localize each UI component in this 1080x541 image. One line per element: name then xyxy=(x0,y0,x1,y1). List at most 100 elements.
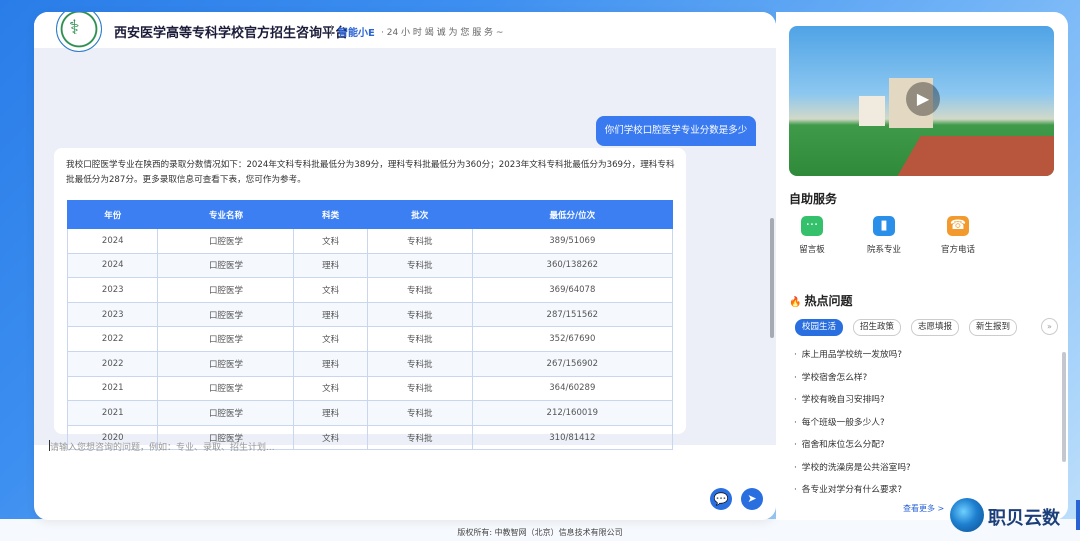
column-header-min-score: 最低分/位次 xyxy=(471,200,674,229)
service-label: 留言板 xyxy=(799,245,825,255)
table-cell: 267/156902 xyxy=(471,350,674,377)
table-cell: 2023 xyxy=(66,277,159,303)
table-cell: 310/81412 xyxy=(471,424,674,451)
bot-reply-card: 我校口腔医学专业在陕西的录取分数情况如下：2024年文科专科批最低分为389分，… xyxy=(54,148,686,451)
table-cell: 2024 xyxy=(66,252,159,279)
table-row: 2021 口腔医学 理科 专科批 212/160019 xyxy=(66,400,674,426)
right-sidebar: ▶ 自助服务 ··· 留言板 ▮ 院系专业 ☎ 官方电话 🔥 热点问题 校园生活 … xyxy=(776,12,1068,520)
tab-campus-life[interactable]: 校园生活 xyxy=(795,319,844,336)
table-cell: 212/160019 xyxy=(471,400,674,426)
table-cell: 理科 xyxy=(293,400,368,426)
table-cell: 专科批 xyxy=(366,228,473,254)
hot-question[interactable]: 学校有晚自习安排吗? xyxy=(794,392,885,405)
hot-question[interactable]: 学校宿舍怎么样? xyxy=(794,370,867,383)
hot-question[interactable]: 各专业对学分有什么要求? xyxy=(794,482,902,495)
copyright-footer: 版权所有: 中教智网（北京）信息技术有限公司 xyxy=(457,528,623,537)
user-message: 你们学校口腔医学专业分数是多少 xyxy=(596,116,756,146)
table-row: 2021 口腔医学 文科 专科批 364/60289 xyxy=(66,375,674,402)
chat-scrollbar[interactable] xyxy=(770,218,774,338)
table-cell: 专科批 xyxy=(366,350,473,377)
column-header-batch: 批次 xyxy=(366,200,473,229)
bot-name: 智能小E xyxy=(338,28,375,39)
table-cell: 专科批 xyxy=(366,424,473,451)
hot-question[interactable]: 宿舍和床位怎么分配? xyxy=(794,437,885,450)
table-header-row: 年份 专业名称 科类 批次 最低分/位次 xyxy=(66,200,674,229)
table-cell: 口腔医学 xyxy=(157,326,295,352)
campus-building-small xyxy=(859,96,885,126)
table-cell: 专科批 xyxy=(366,301,473,328)
watermark-logo-icon xyxy=(950,498,984,532)
chat-panel: 你们学校口腔医学专业分数是多少 我校口腔医学专业在陕西的录取分数情况如下：202… xyxy=(34,12,776,520)
tabs-next-button[interactable]: » xyxy=(1041,318,1058,335)
self-service-title: 自助服务 xyxy=(789,192,838,206)
message-board-icon: ··· xyxy=(801,216,823,236)
table-cell: 287/151562 xyxy=(471,301,674,328)
watermark-text: 职贝云数 xyxy=(988,508,1060,529)
table-cell: 2021 xyxy=(66,400,159,426)
table-cell: 口腔医学 xyxy=(157,277,295,303)
tab-application[interactable]: 志愿填报 xyxy=(911,319,960,336)
service-departments[interactable]: ▮ 院系专业 xyxy=(854,216,914,255)
table-cell: 360/138262 xyxy=(471,252,674,279)
service-message-board[interactable]: ··· 留言板 xyxy=(782,216,842,255)
table-row: 2024 口腔医学 文科 专科批 389/51069 xyxy=(66,228,674,254)
service-label: 官方电话 xyxy=(940,245,975,255)
chat-bubble-button[interactable]: 💬 xyxy=(710,488,732,510)
table-row: 2022 口腔医学 理科 专科批 267/156902 xyxy=(66,350,674,377)
hot-question[interactable]: 学校的洗澡房是公共浴室吗? xyxy=(794,460,911,473)
table-cell: 文科 xyxy=(293,375,368,402)
table-cell: 389/51069 xyxy=(471,228,674,254)
table-cell: 专科批 xyxy=(366,400,473,426)
table-cell: 364/60289 xyxy=(471,375,674,402)
bot-tagline: · 24 小 时 竭 诚 为 您 服 务 ~ xyxy=(381,28,504,38)
sidebar-scrollbar[interactable] xyxy=(1062,352,1066,462)
campus-video[interactable]: ▶ xyxy=(789,26,1054,176)
table-cell: 2022 xyxy=(66,350,159,377)
table-cell: 口腔医学 xyxy=(157,252,295,279)
table-cell: 专科批 xyxy=(366,277,473,303)
table-cell: 口腔医学 xyxy=(157,375,295,402)
view-more-link[interactable]: 查看更多 > xyxy=(903,503,944,514)
service-phone[interactable]: ☎ 官方电话 xyxy=(928,216,988,255)
table-cell: 专科批 xyxy=(366,252,473,279)
tab-freshman-registration[interactable]: 新生报到 xyxy=(969,319,1018,336)
play-icon[interactable]: ▶ xyxy=(906,82,940,116)
table-cell: 理科 xyxy=(293,301,368,328)
table-row: 2022 口腔医学 文科 专科批 352/67690 xyxy=(66,326,674,352)
table-cell: 专科批 xyxy=(366,326,473,352)
header: 西安医学高等专科学校官方招生咨询平台 智能小E · 24 小 时 竭 诚 为 您… xyxy=(34,12,776,52)
question-input[interactable]: 请输入您想咨询的问题，例如：专业、录取、招生计划... xyxy=(50,440,275,453)
admission-score-table: 年份 专业名称 科类 批次 最低分/位次 2024 口腔医学 文科 专科批 389/51… xyxy=(66,200,674,451)
table-cell: 2022 xyxy=(66,326,159,352)
table-cell: 2024 xyxy=(66,228,159,254)
column-header-year: 年份 xyxy=(66,200,159,229)
send-icon: ➤ xyxy=(747,492,757,505)
table-cell: 理科 xyxy=(293,252,368,279)
tab-admission-policy[interactable]: 招生政策 xyxy=(853,319,902,336)
edge-tab xyxy=(1076,500,1080,530)
hot-question[interactable]: 床上用品学校统一发放吗? xyxy=(794,347,902,360)
table-cell: 专科批 xyxy=(366,375,473,402)
table-cell: 口腔医学 xyxy=(157,350,295,377)
table-cell: 口腔医学 xyxy=(157,301,295,328)
table-row: 2023 口腔医学 文科 专科批 369/64078 xyxy=(66,277,674,303)
table-cell: 369/64078 xyxy=(471,277,674,303)
table-row: 2024 口腔医学 理科 专科批 360/138262 xyxy=(66,252,674,279)
table-cell: 口腔医学 xyxy=(157,400,295,426)
school-logo xyxy=(56,12,102,52)
table-cell: 2023 xyxy=(66,301,159,328)
fire-icon: 🔥 xyxy=(789,297,802,308)
hot-question[interactable]: 每个班级一般多少人? xyxy=(794,415,885,428)
site-title: 西安医学高等专科学校官方招生咨询平台 xyxy=(114,26,349,41)
service-label: 院系专业 xyxy=(866,245,901,255)
column-header-category: 科类 xyxy=(293,200,368,229)
table-cell: 口腔医学 xyxy=(157,228,295,254)
chat-history: 你们学校口腔医学专业分数是多少 我校口腔医学专业在陕西的录取分数情况如下：202… xyxy=(34,48,776,451)
table-cell: 文科 xyxy=(293,424,368,451)
table-row: 2023 口腔医学 理科 专科批 287/151562 xyxy=(66,301,674,328)
send-button[interactable]: ➤ xyxy=(741,488,763,510)
chat-bubble-icon: 💬 xyxy=(713,492,729,506)
hot-questions-title: 🔥 热点问题 xyxy=(789,294,853,308)
table-cell: 文科 xyxy=(293,277,368,303)
table-cell: 352/67690 xyxy=(471,326,674,352)
